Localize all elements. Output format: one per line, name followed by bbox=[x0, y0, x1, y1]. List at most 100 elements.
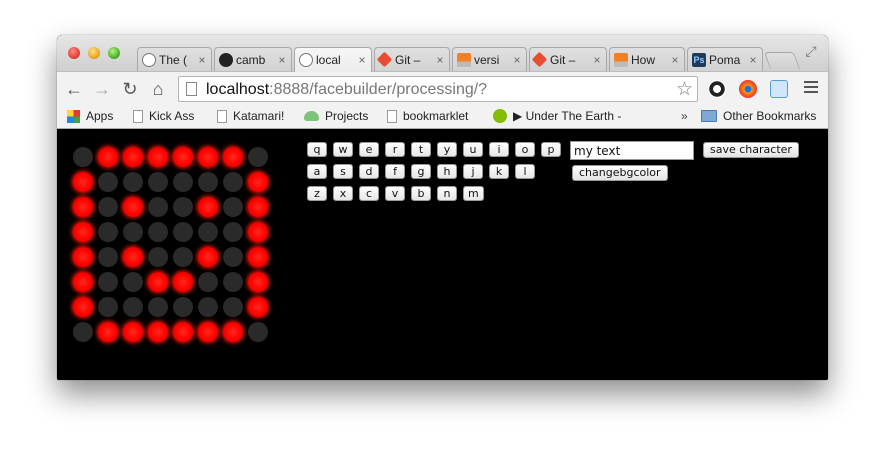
led-cell[interactable] bbox=[123, 172, 143, 192]
led-cell[interactable] bbox=[248, 272, 268, 292]
browser-tab[interactable]: Git – × bbox=[374, 47, 450, 71]
key-t[interactable]: t bbox=[411, 142, 431, 157]
led-cell[interactable] bbox=[198, 297, 218, 317]
key-q[interactable]: q bbox=[307, 142, 327, 157]
led-cell[interactable] bbox=[98, 197, 118, 217]
browser-tab[interactable]: local × bbox=[294, 47, 372, 72]
led-cell[interactable] bbox=[123, 322, 143, 342]
led-cell[interactable] bbox=[98, 147, 118, 167]
led-cell[interactable] bbox=[148, 272, 168, 292]
menu-icon[interactable] bbox=[804, 81, 818, 95]
led-cell[interactable] bbox=[173, 147, 193, 167]
key-k[interactable]: k bbox=[489, 164, 509, 179]
led-cell[interactable] bbox=[173, 297, 193, 317]
tab-close-icon[interactable]: × bbox=[357, 53, 367, 67]
reload-icon[interactable]: ↻ bbox=[119, 78, 141, 100]
sync-extension-icon[interactable] bbox=[708, 80, 726, 98]
bookmark-star-icon[interactable]: ☆ bbox=[676, 78, 693, 101]
key-s[interactable]: s bbox=[333, 164, 353, 179]
key-f[interactable]: f bbox=[385, 164, 405, 179]
led-cell[interactable] bbox=[73, 172, 93, 192]
browser-tab[interactable]: Git – × bbox=[529, 47, 607, 71]
save-character-button[interactable]: save character bbox=[703, 142, 799, 158]
forward-arrow-icon[interactable]: → bbox=[91, 78, 113, 100]
led-cell[interactable] bbox=[148, 247, 168, 267]
led-cell[interactable] bbox=[173, 247, 193, 267]
minimize-window-button[interactable] bbox=[88, 47, 100, 59]
browser-tab[interactable]: Ps Poma × bbox=[687, 47, 763, 71]
led-cell[interactable] bbox=[173, 322, 193, 342]
led-cell[interactable] bbox=[248, 197, 268, 217]
key-m[interactable]: m bbox=[463, 186, 484, 201]
bookmark-item[interactable]: ▶ Under The Earth - bbox=[493, 109, 621, 123]
led-cell[interactable] bbox=[98, 322, 118, 342]
key-d[interactable]: d bbox=[359, 164, 379, 179]
key-z[interactable]: z bbox=[307, 186, 327, 201]
led-cell[interactable] bbox=[148, 197, 168, 217]
led-cell[interactable] bbox=[73, 272, 93, 292]
led-cell[interactable] bbox=[173, 272, 193, 292]
key-r[interactable]: r bbox=[385, 142, 405, 157]
led-cell[interactable] bbox=[173, 222, 193, 242]
changebgcolor-button[interactable]: changebgcolor bbox=[572, 165, 668, 181]
led-cell[interactable] bbox=[98, 222, 118, 242]
led-cell[interactable] bbox=[223, 172, 243, 192]
led-cell[interactable] bbox=[248, 247, 268, 267]
led-cell[interactable] bbox=[73, 297, 93, 317]
led-cell[interactable] bbox=[73, 147, 93, 167]
key-l[interactable]: l bbox=[515, 164, 535, 179]
led-cell[interactable] bbox=[73, 322, 93, 342]
led-cell[interactable] bbox=[223, 197, 243, 217]
led-cell[interactable] bbox=[123, 222, 143, 242]
bookmarks-overflow-button[interactable]: » bbox=[681, 109, 688, 123]
led-cell[interactable] bbox=[198, 272, 218, 292]
other-bookmarks-folder[interactable]: Other Bookmarks bbox=[701, 109, 816, 123]
led-cell[interactable] bbox=[148, 172, 168, 192]
tab-close-icon[interactable]: × bbox=[592, 53, 602, 67]
led-cell[interactable] bbox=[148, 147, 168, 167]
led-cell[interactable] bbox=[148, 222, 168, 242]
led-cell[interactable] bbox=[248, 322, 268, 342]
led-cell[interactable] bbox=[98, 172, 118, 192]
tab-close-icon[interactable]: × bbox=[512, 53, 522, 67]
address-bar[interactable]: localhost:8888/facebuilder/processing/? … bbox=[178, 76, 698, 102]
browser-tab[interactable]: camb × bbox=[214, 47, 292, 71]
url-text[interactable]: localhost:8888/facebuilder/processing/? bbox=[206, 81, 487, 99]
led-cell[interactable] bbox=[148, 297, 168, 317]
led-cell[interactable] bbox=[248, 222, 268, 242]
led-cell[interactable] bbox=[173, 172, 193, 192]
zoom-window-button[interactable] bbox=[108, 47, 120, 59]
key-b[interactable]: b bbox=[411, 186, 431, 201]
led-cell[interactable] bbox=[123, 247, 143, 267]
key-a[interactable]: a bbox=[307, 164, 327, 179]
led-cell[interactable] bbox=[123, 197, 143, 217]
key-i[interactable]: i bbox=[489, 142, 509, 157]
led-cell[interactable] bbox=[223, 222, 243, 242]
tab-close-icon[interactable]: × bbox=[748, 53, 758, 67]
close-window-button[interactable] bbox=[68, 47, 80, 59]
home-icon[interactable]: ⌂ bbox=[147, 78, 169, 100]
key-e[interactable]: e bbox=[359, 142, 379, 157]
bookmark-item[interactable]: Katamari! bbox=[217, 109, 284, 123]
folder-extension-icon[interactable] bbox=[770, 80, 788, 98]
new-tab-button[interactable] bbox=[763, 52, 801, 69]
led-cell[interactable] bbox=[223, 322, 243, 342]
bookmark-item[interactable]: Kick Ass bbox=[133, 109, 194, 123]
key-u[interactable]: u bbox=[463, 142, 483, 157]
led-cell[interactable] bbox=[198, 322, 218, 342]
led-cell[interactable] bbox=[198, 222, 218, 242]
led-cell[interactable] bbox=[98, 297, 118, 317]
key-g[interactable]: g bbox=[411, 164, 431, 179]
led-cell[interactable] bbox=[173, 197, 193, 217]
key-x[interactable]: x bbox=[333, 186, 353, 201]
led-cell[interactable] bbox=[123, 147, 143, 167]
key-h[interactable]: h bbox=[437, 164, 457, 179]
led-cell[interactable] bbox=[248, 297, 268, 317]
key-w[interactable]: w bbox=[333, 142, 353, 157]
colorpicker-extension-icon[interactable] bbox=[739, 80, 757, 98]
led-cell[interactable] bbox=[223, 297, 243, 317]
key-p[interactable]: p bbox=[541, 142, 561, 157]
led-cell[interactable] bbox=[223, 247, 243, 267]
bookmark-item[interactable]: Projects bbox=[304, 109, 368, 123]
tab-close-icon[interactable]: × bbox=[197, 53, 207, 67]
